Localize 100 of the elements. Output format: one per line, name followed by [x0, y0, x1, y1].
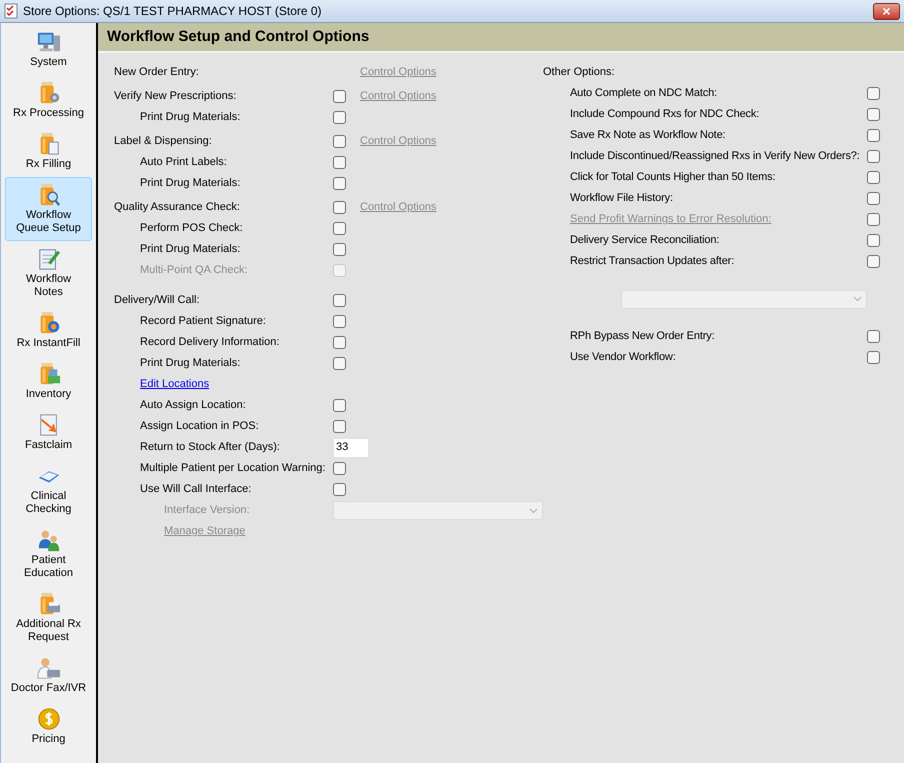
panel-title: Workflow Setup and Control Options — [107, 26, 370, 47]
checkbox[interactable] — [867, 192, 880, 205]
sidebar-label: Workflow — [26, 273, 72, 286]
sidebar-item[interactable]: Additional Rx Request — [5, 586, 92, 650]
notepad-pencil-icon — [36, 247, 60, 271]
option-label: Print Drug Materials: — [140, 111, 240, 124]
sidebar-item[interactable]: Workflow Notes — [5, 241, 92, 305]
option-label: Workflow File History: — [570, 192, 673, 204]
sidebar-label: System — [30, 56, 67, 69]
option-label: Include Compound Rxs for NDC Check: — [570, 108, 760, 120]
option-label: New Order Entry: — [114, 66, 199, 78]
checkbox[interactable] — [333, 111, 346, 124]
checkbox[interactable] — [333, 156, 346, 169]
sidebar-label: Fastclaim — [24, 439, 72, 452]
sidebar-item[interactable]: Rx InstantFill — [5, 305, 92, 356]
option-label: Interface Version: — [164, 504, 250, 516]
sidebar-label: Rx Processing — [13, 107, 84, 120]
days-field[interactable]: 33 — [333, 438, 369, 458]
option-label: Click for Total Counts Higher than 50 Items: — [570, 171, 776, 184]
sidebar-label: Queue Setup — [16, 222, 81, 235]
option-label: Multiple Patient per Location Warning: — [140, 462, 326, 474]
section-label: Other Options: — [543, 65, 615, 80]
option-label: Delivery Service Reconciliation: — [570, 234, 720, 246]
sidebar-item[interactable]: Fastclaim — [5, 407, 92, 458]
checklist-icon — [4, 3, 18, 19]
checkbox[interactable] — [333, 462, 346, 475]
option-label: Include Discontinued/Reassigned Rxs in Verify New Orders?: — [570, 150, 860, 162]
sidebar-label: Additional Rx — [16, 618, 81, 631]
checkbox[interactable] — [867, 129, 880, 142]
option-label: Multi-Point QA Check: — [140, 264, 248, 276]
checkbox[interactable] — [333, 399, 346, 412]
checkbox[interactable] — [867, 351, 880, 364]
option-label: Use Vendor Workflow: — [570, 351, 676, 364]
people-icon — [36, 528, 60, 552]
option-label: Quality Assurance Check: — [114, 201, 240, 214]
option-label: Record Patient Signature: — [140, 315, 266, 328]
checkbox[interactable] — [867, 234, 880, 247]
sidebar-item[interactable]: Patient Education — [5, 522, 92, 586]
sidebar-label: Clinical — [30, 490, 66, 503]
option-label: Auto Complete on NDC Match: — [570, 87, 717, 100]
sidebar-label: Checking — [26, 503, 72, 516]
checkbox[interactable] — [333, 357, 346, 370]
checkbox[interactable] — [867, 255, 880, 268]
option-label: Restrict Transaction Updates after: — [570, 255, 734, 268]
sidebar-item[interactable]: Workflow Queue Setup — [5, 177, 92, 241]
sidebar-label: Request — [28, 631, 69, 644]
chevron-down-icon — [853, 296, 862, 302]
sidebar-label: Rx Filling — [26, 158, 72, 171]
person-printer-icon — [36, 656, 60, 680]
checkbox[interactable] — [867, 87, 880, 100]
sidebar-label: Notes — [34, 286, 63, 299]
sidebar-item[interactable]: Doctor Fax/IVR — [5, 650, 92, 701]
sidebar-item[interactable]: Rx Filling — [5, 126, 92, 177]
sidebar-item[interactable]: Inventory — [5, 356, 92, 407]
checkbox[interactable] — [333, 315, 346, 328]
sidebar-item[interactable]: Clinical Checking — [5, 458, 92, 522]
sidebar-item[interactable]: Pricing — [5, 701, 92, 752]
computer-icon — [36, 30, 60, 54]
checkbox[interactable] — [333, 201, 346, 214]
sidebar-label: Rx InstantFill — [16, 337, 80, 350]
option-label: Return to Stock After (Days): — [140, 441, 280, 454]
checkbox[interactable] — [333, 483, 346, 496]
chevron-down-icon — [529, 508, 538, 514]
sidebar-label: Workflow — [26, 209, 72, 222]
option-label: Assign Location in POS: — [140, 420, 259, 432]
checkbox[interactable] — [333, 177, 346, 190]
option-label: Delivery/Will Call: — [114, 294, 200, 306]
checkbox[interactable] — [333, 420, 346, 433]
checkbox[interactable] — [867, 150, 880, 163]
checkbox[interactable] — [867, 108, 880, 121]
checkbox[interactable] — [333, 90, 346, 103]
sidebar-item[interactable]: Rx Processing — [5, 75, 92, 126]
checkbox[interactable] — [867, 213, 880, 226]
sidebar-label: Education — [24, 567, 73, 580]
sidebar-item[interactable]: System — [5, 24, 92, 75]
option-label: Perform POS Check: — [140, 222, 243, 234]
option-label: Print Drug Materials: — [140, 177, 240, 190]
checkbox[interactable] — [333, 222, 346, 235]
option-label: Auto Print Labels: — [140, 156, 227, 168]
dollar-coin-icon — [36, 707, 60, 731]
option-label: Auto Assign Location: — [140, 399, 246, 412]
checkbox[interactable] — [333, 135, 346, 148]
option-label: Print Drug Materials: — [140, 357, 240, 370]
link[interactable]: Edit Locations — [140, 378, 210, 390]
sidebar-label: Pricing — [32, 733, 66, 746]
option-label: Verify New Prescriptions: — [114, 90, 236, 102]
sidebar-label: Doctor Fax/IVR — [10, 682, 86, 695]
option-label: Save Rx Note as Workflow Note: — [570, 129, 726, 142]
checkbox[interactable] — [333, 243, 346, 256]
sidebar-label: Inventory — [26, 388, 72, 401]
option-label: Label & Dispensing: — [114, 135, 212, 148]
checkbox[interactable] — [867, 330, 880, 343]
sidebar-label: Patient — [31, 554, 66, 567]
checkbox[interactable] — [333, 336, 346, 349]
option-label: Use Will Call Interface: — [140, 483, 252, 496]
checkbox[interactable] — [333, 294, 346, 307]
option-label: Record Delivery Information: — [140, 336, 280, 348]
window-title: Store Options: QS/1 TEST PHARMACY HOST (Store 0) — [23, 3, 322, 20]
checkbox[interactable] — [867, 171, 880, 184]
option-label: Print Drug Materials: — [140, 243, 240, 256]
